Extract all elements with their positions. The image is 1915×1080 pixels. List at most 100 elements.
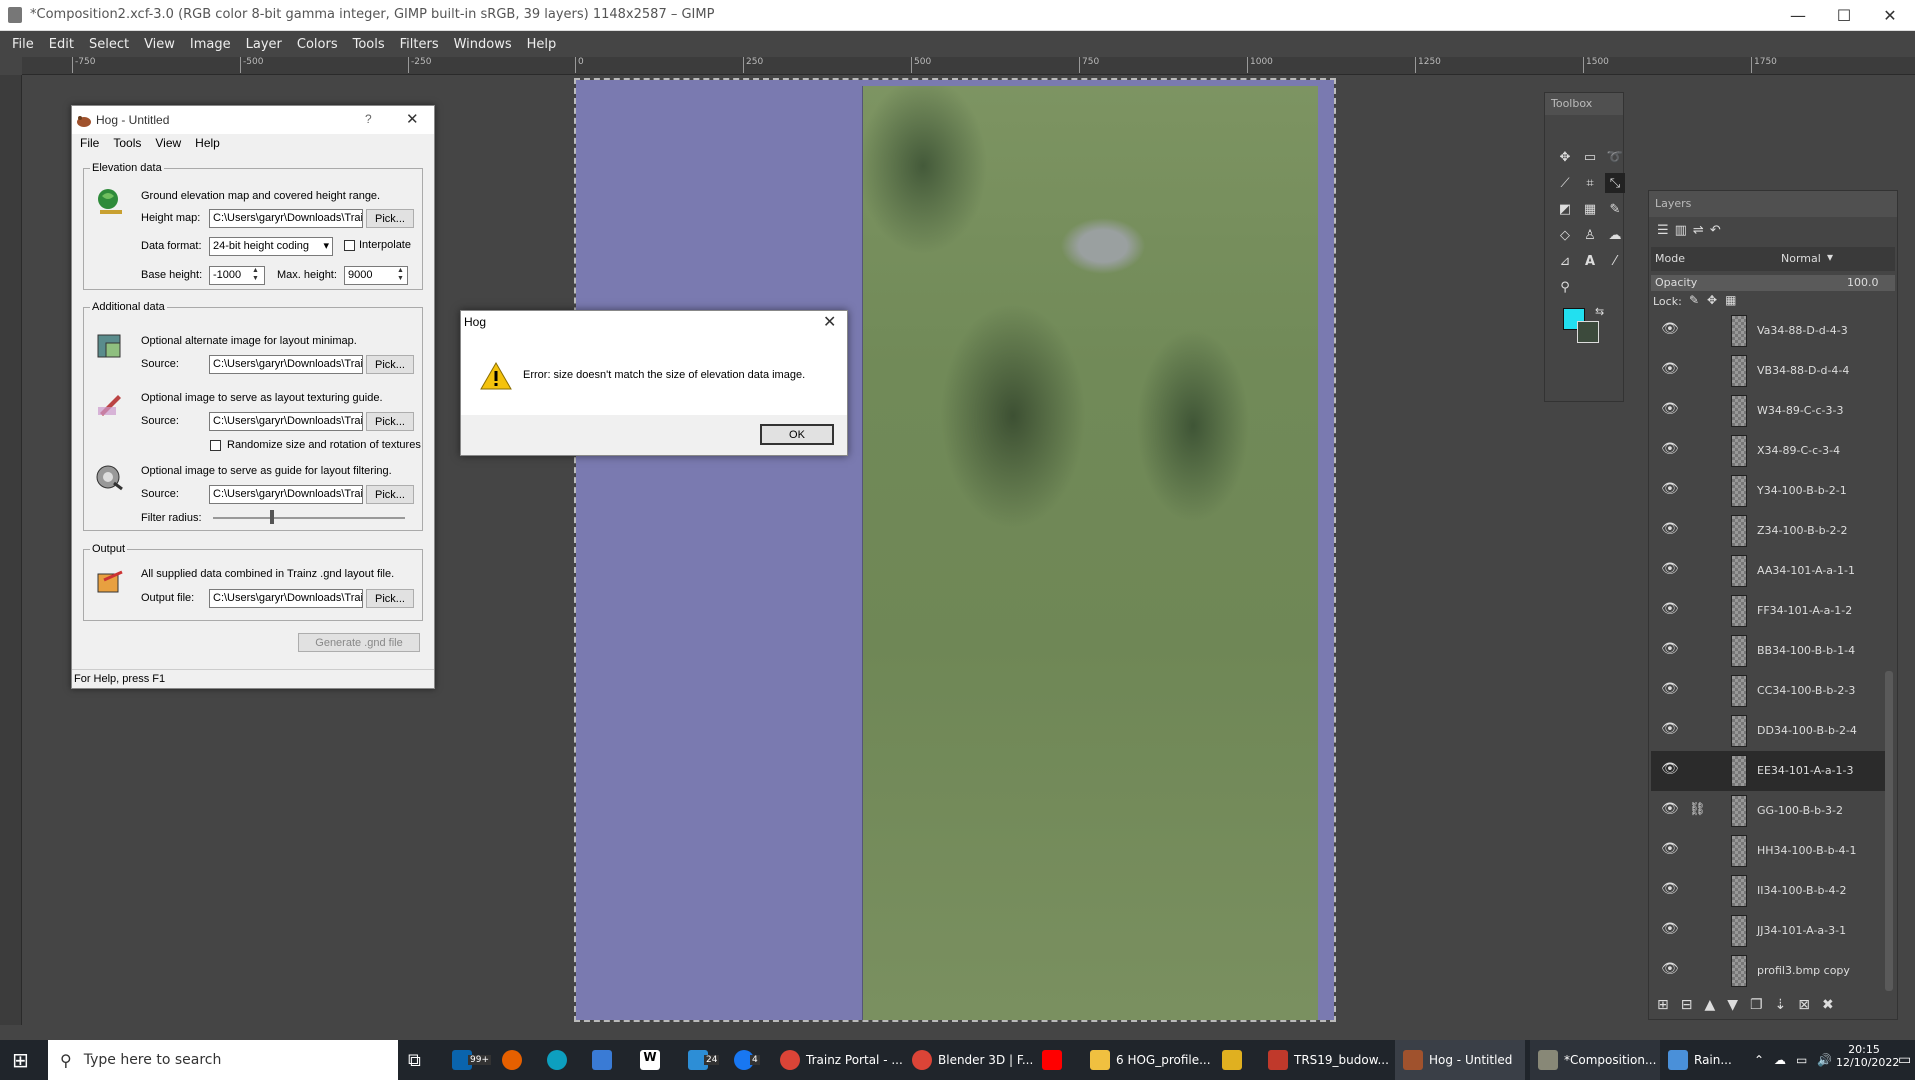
interpolate-checkbox[interactable] [344,240,355,251]
hog-menu-help[interactable]: Help [195,136,220,150]
eye-icon[interactable]: 👁 [1661,921,1679,939]
paintbrush-icon[interactable]: ✎ [1605,199,1625,219]
eraser-icon[interactable]: ◇ [1555,225,1575,245]
facebook-button[interactable]: 4 [734,1040,760,1080]
texture-pick-button[interactable]: Pick... [366,412,414,431]
layers-tab-icons[interactable]: ☰▥⇌↶ [1657,223,1727,238]
eye-icon[interactable]: 👁 [1661,881,1679,899]
menu-help[interactable]: Help [527,37,557,52]
eye-icon[interactable]: 👁 [1661,761,1679,779]
taskbar-item-hog-profile[interactable]: 6 HOG_profile... [1090,1040,1211,1080]
ok-button[interactable]: OK [760,424,834,445]
chat-button[interactable]: 24 [688,1040,720,1080]
layer-actions-toolbar[interactable]: ⊞⊟▲▼❐⇣⊠✖ [1657,997,1846,1013]
output-file-input[interactable]: C:\Users\garyr\Downloads\Trai [209,589,363,608]
layer-row[interactable]: 👁 CC34-100-B-b-2-3 [1651,671,1891,711]
mode-value[interactable]: Normal [1781,252,1821,265]
smudge-icon[interactable]: ☁ [1605,225,1625,245]
eye-icon[interactable]: 👁 [1661,401,1679,419]
zoom-icon[interactable]: ⚲ [1555,277,1575,297]
hog-menu-file[interactable]: File [80,136,99,150]
eye-icon[interactable]: 👁 [1661,561,1679,579]
minimize-icon[interactable]: — [1775,0,1821,31]
transform-icon[interactable]: ⤡ [1605,173,1625,193]
weather-widget[interactable]: Rain... [1668,1040,1732,1080]
taskbar-search[interactable]: ⚲ Type here to search [48,1040,398,1080]
layer-row[interactable]: 👁 EE34-101-A-a-1-3 [1651,751,1891,791]
eye-icon[interactable]: 👁 [1661,361,1679,379]
eye-icon[interactable]: 👁 [1661,441,1679,459]
menu-filters[interactable]: Filters [400,37,439,52]
tray-icons[interactable]: ⌃☁▭🔊 [1754,1040,1842,1080]
mail-app-button[interactable]: 99+ [452,1040,491,1080]
menu-file[interactable]: File [12,37,34,52]
app-icon-button[interactable] [1222,1040,1248,1080]
bucket-fill-icon[interactable]: ◩ [1555,199,1575,219]
menu-tools[interactable]: Tools [353,37,385,52]
menu-edit[interactable]: Edit [49,37,74,52]
menu-windows[interactable]: Windows [454,37,512,52]
vertical-ruler[interactable] [0,75,22,1025]
eye-icon[interactable]: 👁 [1661,961,1679,979]
youtube-button[interactable] [1042,1040,1068,1080]
task-view-icon[interactable]: ⧉ [408,1040,421,1080]
firefox-button[interactable] [502,1040,528,1080]
eye-icon[interactable]: 👁 [1661,721,1679,739]
lasso-icon[interactable]: ➰ [1605,147,1625,167]
minimap-pick-button[interactable]: Pick... [366,355,414,374]
maximize-icon[interactable]: ☐ [1821,0,1867,31]
layer-row[interactable]: 👁 profil3.bmp copy [1651,951,1891,991]
minimap-source-input[interactable]: C:\Users\garyr\Downloads\Trai [209,355,363,374]
layer-row[interactable]: 👁 ⛓ GG-100-B-b-3-2 [1651,791,1891,831]
menu-select[interactable]: Select [89,37,129,52]
layer-row[interactable]: 👁 W34-89-C-c-3-3 [1651,391,1891,431]
layer-row[interactable]: 👁 JJ34-101-A-a-3-1 [1651,911,1891,951]
layer-row[interactable]: 👁 AA34-101-A-a-1-1 [1651,551,1891,591]
opacity-slider[interactable]: Opacity 100.0 [1651,275,1895,291]
color-picker-icon[interactable]: ⁄ [1605,251,1625,271]
filter-pick-button[interactable]: Pick... [366,485,414,504]
filter-radius-slider[interactable] [213,517,405,519]
crop-icon[interactable]: ⌗ [1580,173,1600,193]
edge-button[interactable] [547,1040,573,1080]
paths-icon[interactable]: ⊿ [1555,251,1575,271]
filter-source-input[interactable]: C:\Users\garyr\Downloads\Trai [209,485,363,504]
eye-icon[interactable]: 👁 [1661,801,1679,819]
hog-menu-view[interactable]: View [155,136,181,150]
chain-icon[interactable]: ⛓ [1689,802,1706,817]
swap-colors-icon[interactable]: ⇆ [1595,305,1604,318]
layers-scrollbar[interactable] [1885,671,1893,991]
text-tool-icon[interactable]: A [1580,251,1600,271]
store-button[interactable] [592,1040,618,1080]
horizontal-ruler[interactable]: -750 -500 -250 0 250 500 750 1000 1250 1… [22,57,1915,75]
filter-radius-thumb[interactable] [270,510,274,524]
windows-start-icon[interactable]: ⊞ [12,1040,29,1080]
eye-icon[interactable]: 👁 [1661,521,1679,539]
base-height-spinner[interactable]: ▲ ▼ [252,267,259,283]
clock[interactable]: 20:15 12/10/2022 [1836,1043,1899,1069]
error-close-icon[interactable]: ✕ [823,312,836,332]
layer-row[interactable]: 👁 Z34-100-B-b-2-2 [1651,511,1891,551]
menu-view[interactable]: View [144,37,175,52]
eye-icon[interactable]: 👁 [1661,681,1679,699]
height-map-pick-button[interactable]: Pick... [366,209,414,228]
align-tool-icon[interactable]: ⟋ [1555,173,1575,193]
taskbar-item-hog[interactable]: Hog - Untitled [1395,1040,1525,1080]
rect-select-icon[interactable]: ▭ [1580,147,1600,167]
layer-row[interactable]: 👁 X34-89-C-c-3-4 [1651,431,1891,471]
taskbar-item-trs19[interactable]: TRS19_budow... [1268,1040,1389,1080]
max-height-spinner[interactable]: ▲ ▼ [397,267,404,283]
clone-icon[interactable]: ♙ [1580,225,1600,245]
layer-row[interactable]: 👁 VB34-88-D-d-4-4 [1651,351,1891,391]
menu-layer[interactable]: Layer [246,37,282,52]
layer-row[interactable]: 👁 BB34-100-B-b-1-4 [1651,631,1891,671]
data-format-select[interactable]: 24-bit height coding ▾ [209,237,333,256]
menu-image[interactable]: Image [190,37,231,52]
texture-source-input[interactable]: C:\Users\garyr\Downloads\Trai [209,412,363,431]
eye-icon[interactable]: 👁 [1661,321,1679,339]
taskbar-item-gimp[interactable]: *Composition... [1530,1040,1660,1080]
lock-icons[interactable]: ✎✥▦ [1689,293,1744,307]
output-pick-button[interactable]: Pick... [366,589,414,608]
eye-icon[interactable]: 👁 [1661,641,1679,659]
move-tool-icon[interactable]: ✥ [1555,147,1575,167]
